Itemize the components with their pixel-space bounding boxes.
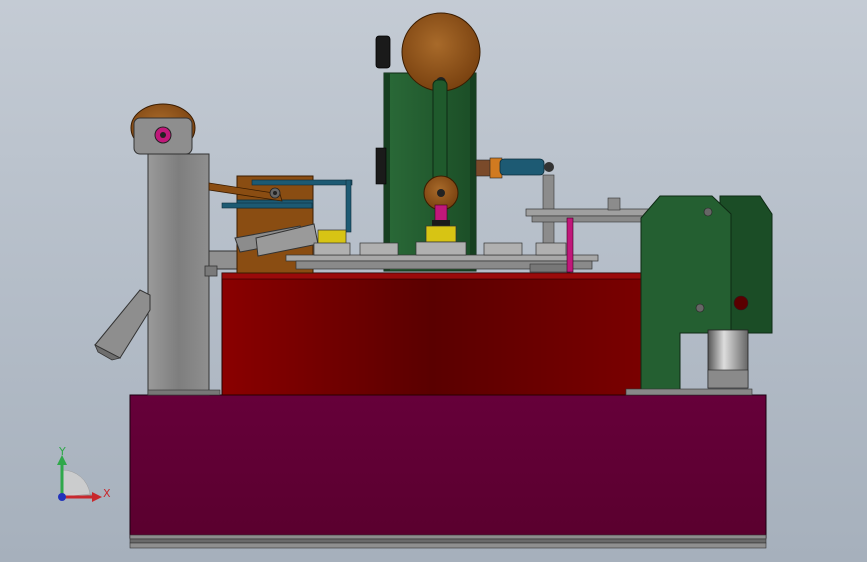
machine-assembly-drawing: Y X (57, 12, 773, 549)
right-gripper-frame[interactable] (625, 195, 773, 396)
z-axis-dot (58, 493, 66, 501)
discharge-chute (94, 289, 151, 361)
fixture-station-4 (483, 242, 523, 256)
table-housing[interactable] (221, 272, 643, 396)
center-press-tower[interactable] (375, 12, 555, 272)
fixture-station-5 (535, 242, 567, 256)
fixture-station-2 (359, 242, 399, 256)
y-axis-label: Y (58, 445, 66, 458)
magenta-push-rod (566, 217, 574, 273)
coordinate-triad: Y X (57, 445, 111, 502)
left-reel-wheel (130, 103, 196, 155)
fixture-station-1 (313, 229, 351, 256)
cad-viewport[interactable]: Y X (0, 0, 867, 562)
x-axis-label: X (103, 487, 111, 500)
base-cabinet[interactable] (129, 394, 767, 549)
